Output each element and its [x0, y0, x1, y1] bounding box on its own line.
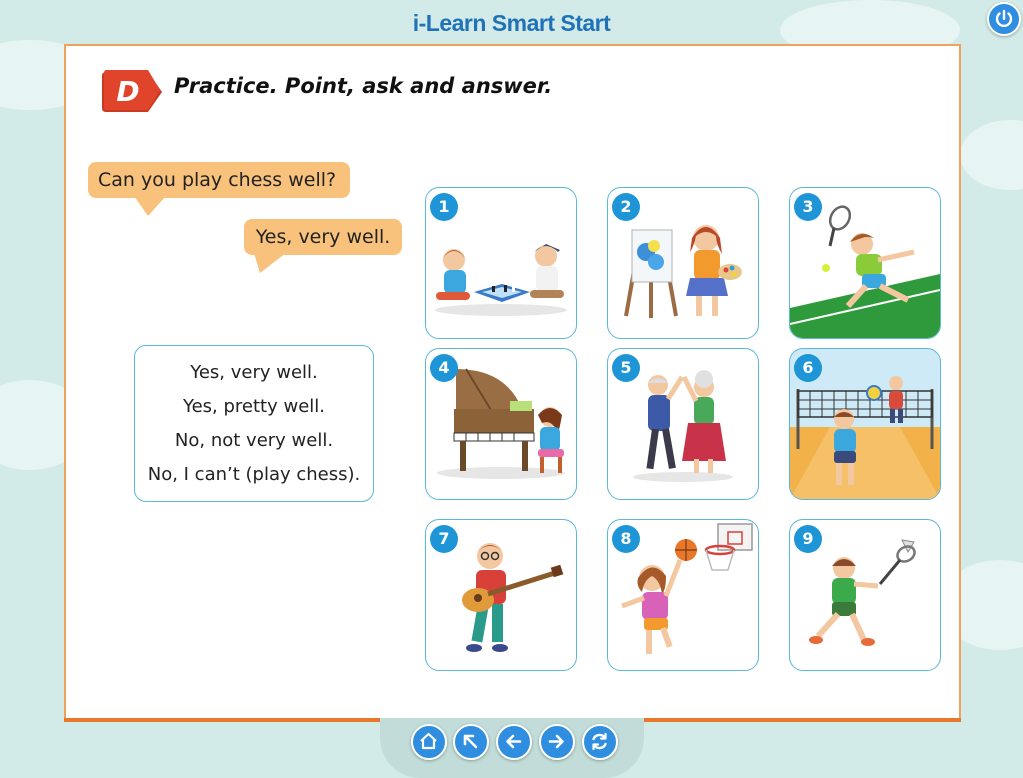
question-bubble: Can you play chess well?: [88, 162, 350, 198]
answer-options-box: Yes, very well. Yes, pretty well. No, no…: [134, 345, 374, 502]
refresh-button[interactable]: [582, 724, 618, 760]
answer-option: No, not very well.: [174, 429, 334, 451]
card-number: 3: [794, 193, 822, 221]
question-bubble-tail: [134, 196, 166, 216]
exercise-badge: D: [102, 70, 164, 118]
card-number: 1: [430, 193, 458, 221]
activity-card-badminton[interactable]: 9: [789, 519, 941, 671]
card-number: 7: [430, 525, 458, 553]
background-cloud: [960, 120, 1023, 190]
card-number: 5: [612, 354, 640, 382]
answer-text: Yes, very well.: [255, 226, 391, 248]
activity-card-volleyball[interactable]: 6: [789, 348, 941, 500]
question-text: Can you play chess well?: [98, 169, 337, 191]
card-number: 4: [430, 354, 458, 382]
activity-card-basketball[interactable]: 8: [607, 519, 759, 671]
arrow-up-left-icon: [463, 734, 478, 749]
previous-button[interactable]: [496, 724, 532, 760]
card-number: 8: [612, 525, 640, 553]
activity-card-guitar[interactable]: 7: [425, 519, 577, 671]
activity-card-painting[interactable]: 2: [607, 187, 759, 339]
lesson-page: D Practice. Point, ask and answer. Can y…: [64, 44, 961, 722]
refresh-icon: [592, 732, 607, 751]
card-number: 9: [794, 525, 822, 553]
answer-option: No, I can’t (play chess).: [147, 463, 361, 485]
card-number: 2: [612, 193, 640, 221]
power-button[interactable]: [987, 2, 1021, 36]
answer-option: Yes, pretty well.: [182, 395, 325, 417]
card-number: 6: [794, 354, 822, 382]
back-to-menu-button[interactable]: [453, 724, 489, 760]
activity-card-piano[interactable]: 4: [425, 348, 577, 500]
app-title: i-Learn Smart Start: [412, 10, 611, 36]
activity-card-tennis[interactable]: 3: [789, 187, 941, 339]
home-icon: [420, 732, 437, 750]
answer-option: Yes, very well.: [190, 361, 318, 383]
activity-card-chess[interactable]: 1: [425, 187, 577, 339]
badge-letter: D: [116, 75, 139, 108]
activity-card-dancing[interactable]: 5: [607, 348, 759, 500]
power-icon: [995, 9, 1013, 28]
answer-bubble: Yes, very well.: [244, 219, 402, 255]
answer-bubble-tail: [254, 253, 286, 273]
arrow-left-icon: [506, 734, 522, 749]
exercise-instruction: Practice. Point, ask and answer.: [174, 74, 553, 98]
arrow-right-icon: [548, 734, 564, 749]
next-button[interactable]: [539, 724, 575, 760]
home-button[interactable]: [411, 724, 447, 760]
